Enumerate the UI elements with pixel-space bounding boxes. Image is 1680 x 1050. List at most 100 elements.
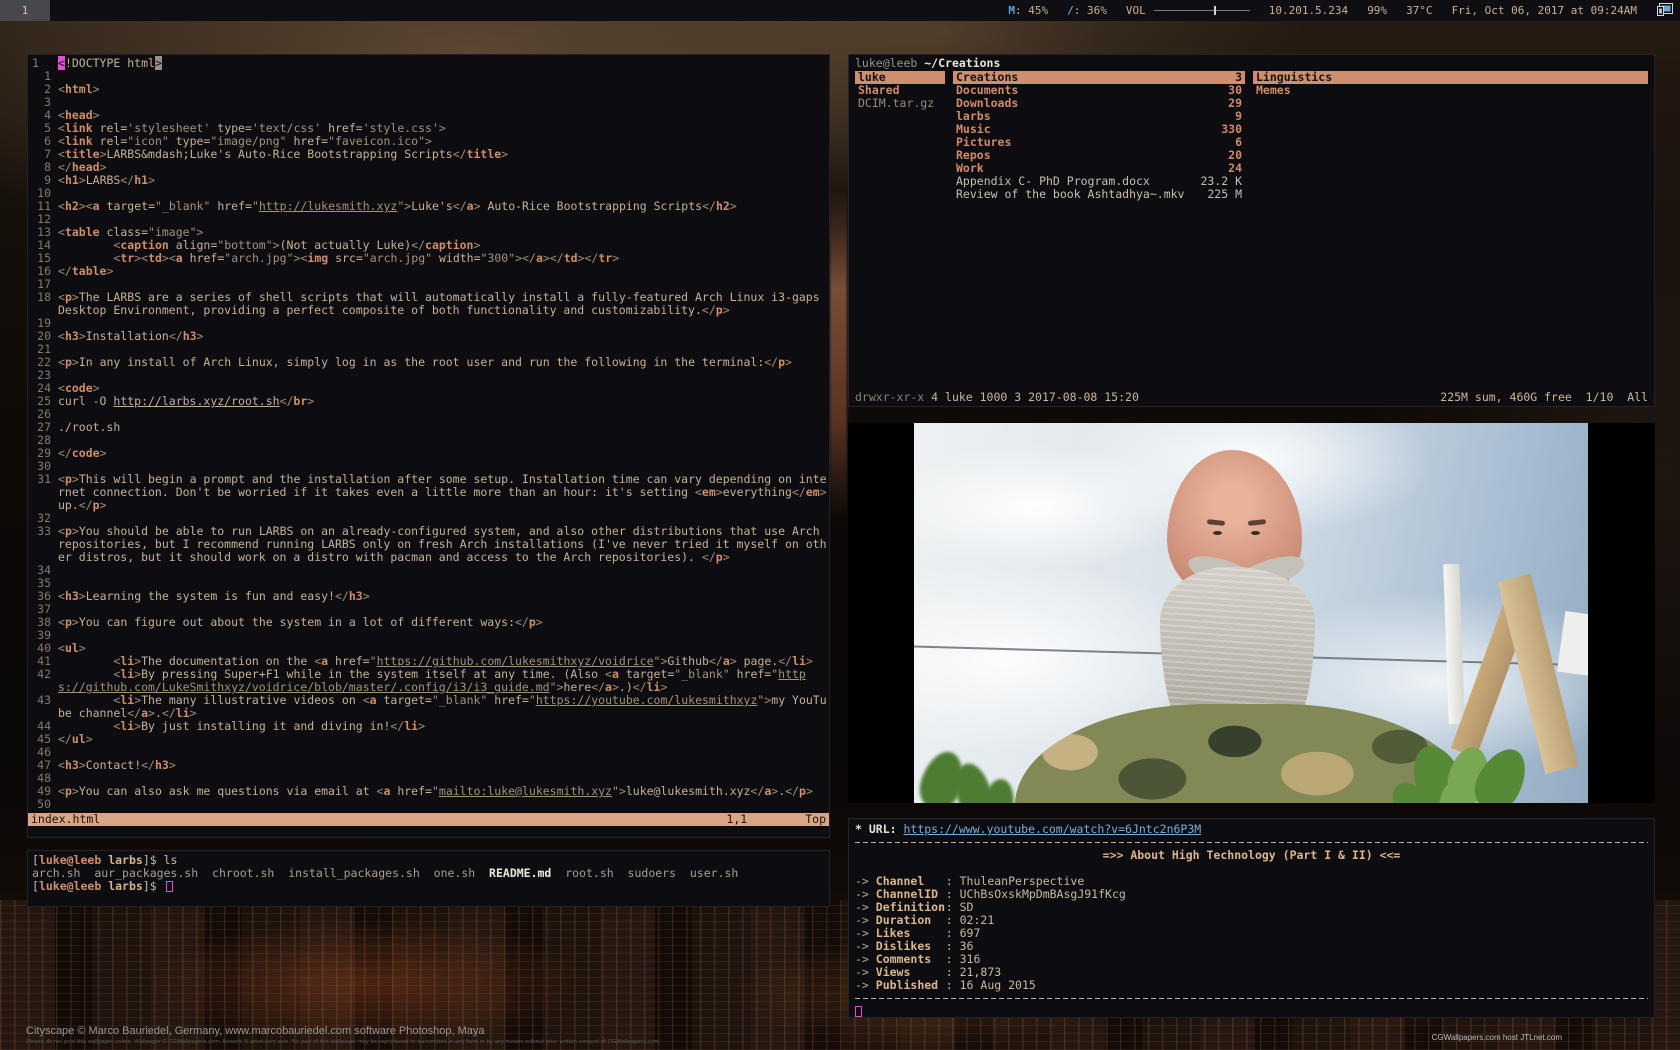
video-title: =>> About High Technology (Part I & II) … (855, 849, 1648, 862)
vim-line: 29</code> (32, 447, 827, 460)
mpv-video-window[interactable] (848, 423, 1655, 803)
vim-line: 34 (32, 564, 827, 577)
vim-line: 39 (32, 629, 827, 642)
ranger-preview-column: LinguisticsMemes (1253, 71, 1648, 388)
vim-filename: index.html (31, 813, 100, 826)
ranger-entry-review-of-the-book-ashtadhya-mkv[interactable]: Review of the book Ashtadhya~.mkv225 M (953, 188, 1245, 201)
ranger-entry-pictures[interactable]: Pictures6 (953, 136, 1245, 149)
vim-line: 36<h3>Learning the system is fun and eas… (32, 590, 827, 603)
vim-line: 16</table> (32, 265, 827, 278)
vim-line: 26 (32, 408, 827, 421)
vim-line: 28 (32, 434, 827, 447)
ranger-parent-column: lukeSharedDCIM.tar.gz (855, 71, 945, 388)
shell-file: user.sh (690, 866, 738, 880)
disk-icon: / (1067, 4, 1074, 17)
shell-file: aur_packages.sh (94, 866, 198, 880)
status-bar: 1 M: 45% /: 36% VOL 10.201.5.234 99% 37°… (0, 0, 1680, 21)
ranger-entry-luke[interactable]: luke (855, 71, 945, 84)
clock: Fri, Oct 06, 2017 at 09:24AM (1452, 4, 1637, 17)
vim-line: 7<title>LARBS&mdash;Luke's Auto-Rice Boo… (32, 148, 827, 161)
shell-user: luke@leeb (39, 853, 101, 867)
wallpaper-building-glow (830, 190, 847, 520)
workspace-indicator[interactable]: 1 (0, 0, 50, 21)
shell-file: sudoers (628, 866, 676, 880)
wooden-board (1497, 574, 1577, 774)
volume-slider[interactable] (1154, 4, 1250, 17)
file-permissions: drwxr-xr-x (855, 390, 924, 404)
divider (855, 992, 1648, 1005)
vim-line: 27./root.sh (32, 421, 827, 434)
terminal-cursor (855, 1006, 862, 1017)
shell-file: root.sh (565, 866, 613, 880)
vim-line: 33<p>You should be able to run LARBS on … (32, 525, 827, 564)
vim-line: 15 <tr><td><a href="arch.jpg"><img src="… (32, 252, 827, 265)
wallpaper-site-credit: CGWallpapers.com host JTLnet.com (1432, 1033, 1562, 1042)
memory-icon: M (1008, 4, 1015, 17)
ranger-entry-memes[interactable]: Memes (1253, 84, 1648, 97)
shell-terminal-window[interactable]: [luke@leeb larbs]$ ls arch.sh aur_packag… (27, 850, 830, 907)
cpu-temperature: 37°C (1406, 4, 1433, 17)
ranger-entry-larbs[interactable]: larbs9 (953, 110, 1245, 123)
vim-line: 50 (32, 798, 827, 811)
wallpaper-credit: Cityscape © Marco Bauriedel, Germany, ww… (26, 1026, 484, 1037)
vim-line: 3 (32, 96, 827, 109)
terminal-cursor (166, 881, 173, 892)
vim-statusline: index.html 1,1 Top (28, 813, 829, 826)
ranger-entry-linguistics[interactable]: Linguistics (1253, 71, 1648, 84)
vim-line: 9<h1>LARBS</h1> (32, 174, 827, 187)
ranger-disk-info: 225M sum, 460G free 1/10 All (1440, 391, 1648, 404)
vim-line: 11<h2><a target="_blank" href="http://lu… (32, 200, 827, 213)
ranger-file-manager-window[interactable]: luke@leeb ~/Creations lukeSharedDCIM.tar… (848, 54, 1655, 407)
vim-line: 25curl -O http://larbs.xyz/root.sh</br> (32, 395, 827, 408)
shell-file: chroot.sh (212, 866, 274, 880)
disk-usage: /: 36% (1067, 4, 1107, 17)
vim-line: 31<p>This will begin a prompt and the in… (32, 473, 827, 512)
shell-file: install_packages.sh (288, 866, 420, 880)
ranger-entry-downloads[interactable]: Downloads29 (953, 97, 1245, 110)
vim-line: 23 (32, 369, 827, 382)
video-field-channelid: -> ChannelID: UChBsOxskMpDmBAsgJ91fKcg (855, 888, 1648, 901)
ranger-entry-shared[interactable]: Shared (855, 84, 945, 97)
vim-editor-window[interactable]: 1<!DOCTYPE html>1 2<html>3 4<head>5<link… (27, 54, 830, 838)
white-cloth (1557, 611, 1588, 676)
vim-line: 42 <li>By pressing Super+F1 while in the… (32, 668, 827, 694)
vim-cursor-position: 1,1 (726, 813, 747, 826)
vim-line: 44 <li>By just installing it and diving … (32, 720, 827, 733)
video-frame (914, 423, 1588, 803)
video-field-likes: -> Likes: 697 (855, 927, 1648, 940)
vim-line: 45</ul> (32, 733, 827, 746)
volume-control: VOL (1126, 4, 1250, 17)
ranger-entry-documents[interactable]: Documents30 (953, 84, 1245, 97)
vim-line: 43 <li>The many illustrative videos on <… (32, 694, 827, 720)
vim-line: 18<p>The LARBS are a series of shell scr… (32, 291, 827, 317)
video-metadata: -> Channel: ThuleanPerspective-> Channel… (855, 875, 1648, 992)
volume-label: VOL (1126, 4, 1146, 17)
ranger-entry-creations[interactable]: Creations3 (953, 71, 1245, 84)
shell-file: arch.sh (32, 866, 80, 880)
video-field-published: -> Published: 16 Aug 2015 (855, 979, 1648, 992)
vim-line: 2<html> (32, 83, 827, 96)
computer-icon (1656, 3, 1674, 18)
video-info-terminal-window[interactable]: * URL: https://www.youtube.com/watch?v=6… (848, 818, 1655, 1018)
ip-address: 10.201.5.234 (1269, 4, 1348, 17)
ranger-entry-repos[interactable]: Repos20 (953, 149, 1245, 162)
ranger-entry-music[interactable]: Music330 (953, 123, 1245, 136)
youtube-url-link[interactable]: https://www.youtube.com/watch?v=6Jntc2n6… (903, 822, 1201, 836)
vim-scroll-indicator: Top (805, 813, 826, 826)
white-pole (1444, 563, 1465, 723)
vim-buffer: 1<!DOCTYPE html>1 2<html>3 4<head>5<link… (32, 57, 827, 811)
ranger-current-column: Creations3Documents30Downloads29larbs9Mu… (953, 71, 1245, 388)
ranger-entry-dcim-tar-gz[interactable]: DCIM.tar.gz (855, 97, 945, 110)
vim-line: 22<p>In any install of Arch Linux, simpl… (32, 356, 827, 369)
vim-line: 1<!DOCTYPE html> (32, 57, 827, 70)
shell-prompt-line: [luke@leeb larbs]$ (32, 880, 829, 893)
wallpaper-fineprint: Please do not post this wallpaper online… (26, 1039, 660, 1045)
ranger-title: luke@leeb ~/Creations (849, 55, 1654, 70)
shell-cwd: larbs (108, 853, 143, 867)
ranger-entry-appendix-c-phd-program-docx[interactable]: Appendix C- PhD Program.docx23.2 K (953, 175, 1245, 188)
volume-slider-handle[interactable] (1214, 6, 1216, 15)
desktop: Cityscape © Marco Bauriedel, Germany, ww… (0, 0, 1680, 1050)
ranger-statusbar: drwxr-xr-x 4 luke 1000 3 2017-08-08 15:2… (855, 391, 1648, 404)
vim-line: 49<p>You can also ask me questions via e… (32, 785, 827, 798)
vim-line: 38<p>You can figure out about the system… (32, 616, 827, 629)
